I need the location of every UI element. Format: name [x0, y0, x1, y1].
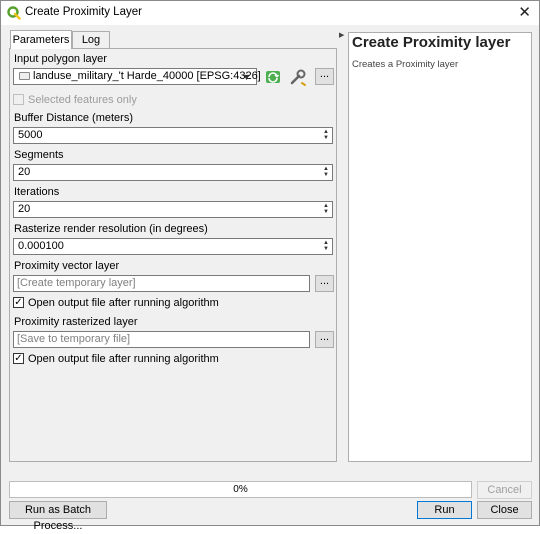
iterations-value: 20	[18, 203, 31, 215]
close-button[interactable]: Close	[477, 501, 532, 519]
input-layer-label: Input polygon layer	[14, 53, 107, 65]
help-title: Create Proximity layer	[352, 34, 511, 51]
iterate-features-icon[interactable]	[263, 68, 283, 86]
resolution-label: Rasterize render resolution (in degrees)	[14, 223, 208, 235]
proximity-raster-label: Proximity rasterized layer	[14, 316, 138, 328]
help-panel: Create Proximity layer Creates a Proximi…	[348, 32, 532, 462]
open-vector-output-checkbox[interactable]: ✓	[13, 297, 24, 308]
title-bar[interactable]: Create Proximity Layer ✕	[1, 1, 539, 25]
resolution-input[interactable]: 0.000100 ▲ ▼	[13, 238, 333, 255]
collapse-arrow-icon[interactable]: ▶	[339, 31, 344, 39]
proximity-raster-placeholder: [Save to temporary file]	[17, 333, 131, 345]
progress-bar: 0%	[9, 481, 472, 498]
buffer-distance-label: Buffer Distance (meters)	[14, 112, 134, 124]
proximity-vector-browse-button[interactable]: ...	[315, 275, 334, 292]
proximity-vector-placeholder: [Create temporary layer]	[17, 277, 136, 289]
proximity-vector-output-field[interactable]: [Create temporary layer]	[13, 275, 310, 292]
parameters-panel	[9, 48, 337, 462]
proximity-raster-browse-button[interactable]: ...	[315, 331, 334, 348]
progress-text: 0%	[233, 484, 248, 495]
input-layer-combobox[interactable]: landuse_military_'t Harde_40000 [EPSG:43…	[13, 68, 261, 85]
qgis-logo-icon	[7, 6, 21, 20]
close-window-icon[interactable]: ✕	[518, 3, 531, 21]
open-raster-output-checkbox[interactable]: ✓	[13, 353, 24, 364]
iterations-label: Iterations	[14, 186, 60, 198]
buffer-distance-input[interactable]: 5000 ▲ ▼	[13, 127, 333, 144]
open-vector-output-label: Open output file after running algorithm	[28, 297, 219, 309]
tab-parameters[interactable]: Parameters	[10, 30, 72, 49]
segments-value: 20	[18, 166, 31, 178]
input-layer-options-button[interactable]: ...	[315, 68, 334, 85]
chevron-down-icon: ▼	[242, 72, 251, 82]
cancel-button[interactable]: Cancel	[477, 481, 532, 499]
spinbox-arrows-icon[interactable]: ▲ ▼	[321, 166, 331, 179]
spinbox-arrows-icon[interactable]: ▲ ▼	[321, 240, 331, 253]
proximity-raster-output-field[interactable]: [Save to temporary file]	[13, 331, 310, 348]
window-title: Create Proximity Layer	[25, 6, 142, 18]
selected-features-checkbox[interactable]	[13, 94, 24, 105]
proximity-vector-label: Proximity vector layer	[14, 260, 120, 272]
spinbox-arrows-icon[interactable]: ▲ ▼	[321, 203, 331, 216]
run-button[interactable]: Run	[417, 501, 472, 519]
tab-log[interactable]: Log	[72, 31, 110, 48]
buffer-distance-value: 5000	[18, 129, 43, 141]
help-description: Creates a Proximity layer	[352, 59, 459, 70]
resolution-value: 0.000100	[18, 240, 64, 252]
segments-label: Segments	[14, 149, 64, 161]
run-as-batch-button[interactable]: Run as Batch Process...	[9, 501, 107, 532]
selected-features-label: Selected features only	[28, 94, 137, 106]
iterations-input[interactable]: 20 ▲ ▼	[13, 201, 333, 218]
segments-input[interactable]: 20 ▲ ▼	[13, 164, 333, 181]
open-raster-output-label: Open output file after running algorithm	[28, 353, 219, 365]
dialog-window: Create Proximity Layer ✕ Parameters Log …	[0, 0, 540, 532]
spinbox-arrows-icon[interactable]: ▲ ▼	[321, 129, 331, 142]
wrench-icon[interactable]	[288, 68, 308, 86]
polygon-layer-icon	[19, 72, 30, 80]
input-layer-value: landuse_military_'t Harde_40000 [EPSG:43…	[33, 70, 261, 82]
